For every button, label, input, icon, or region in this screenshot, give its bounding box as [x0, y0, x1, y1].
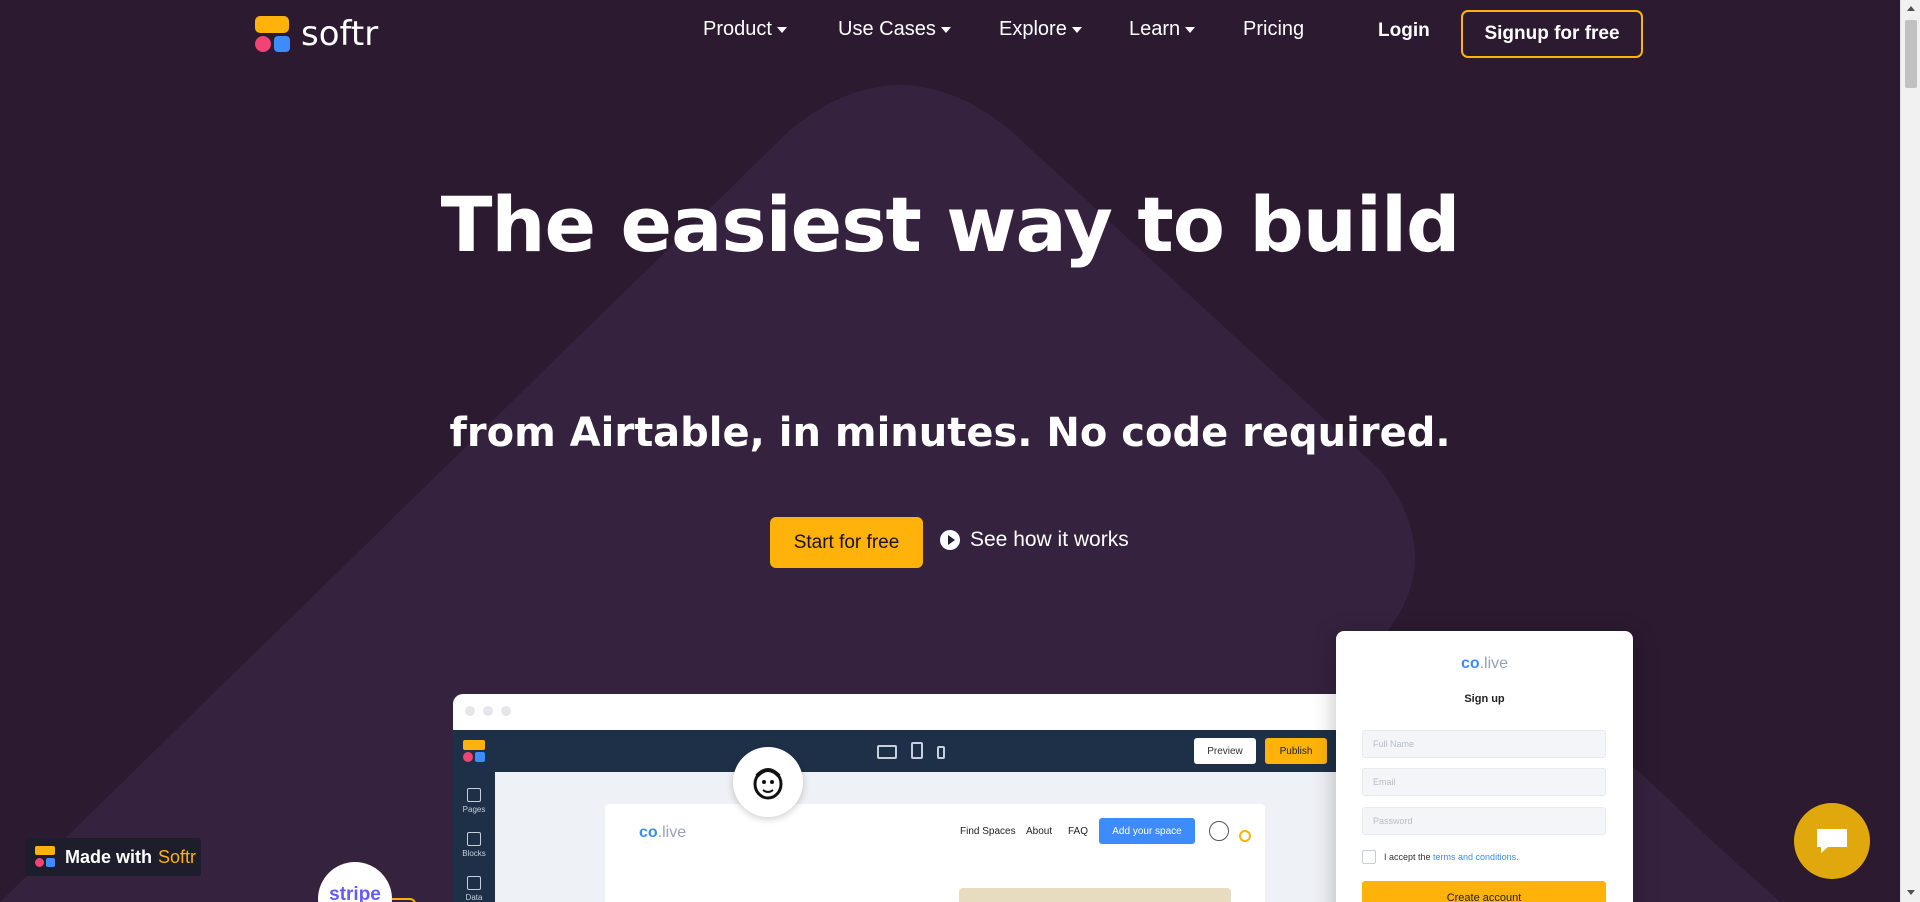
rail-item-data[interactable]: Data [453, 876, 495, 902]
top-navbar: softr Product Use Cases Explore Learn Pr… [0, 0, 1900, 66]
rail-label: Blocks [462, 849, 486, 858]
chat-button[interactable] [1794, 803, 1870, 879]
brand-name: softr [301, 14, 379, 54]
desktop-icon[interactable] [877, 745, 897, 759]
badge-brand: Softr [158, 846, 197, 867]
terms-prefix: I accept the [1384, 852, 1434, 862]
softr-logo-icon [35, 846, 57, 868]
card-logo-suffix: .live [1479, 655, 1509, 672]
connector-line [392, 898, 416, 902]
nav-learn[interactable]: Learn [1129, 18, 1196, 41]
card-logo-prefix: co [1460, 655, 1480, 672]
tablet-icon[interactable] [911, 742, 923, 759]
nav-use-cases[interactable]: Use Cases [838, 18, 951, 41]
login-link[interactable]: Login [1378, 20, 1430, 42]
see-how-label: See how it works [970, 528, 1129, 551]
rail-label: Pages [462, 805, 486, 814]
chat-icon [1817, 829, 1847, 853]
connector-node [1239, 830, 1251, 842]
scroll-thumb[interactable] [1905, 20, 1917, 88]
site-nav-faq[interactable]: FAQ [1068, 826, 1088, 837]
chevron-down-icon [776, 26, 787, 33]
rail-item-pages[interactable]: Pages [453, 788, 495, 814]
see-how-it-works-link[interactable]: See how it works [940, 528, 1129, 552]
user-avatar-icon[interactable] [1209, 821, 1229, 841]
chevron-down-icon [1071, 26, 1082, 33]
stripe-label: stripe [329, 884, 381, 902]
card-logo: co.live [1336, 655, 1633, 673]
rail-item-blocks[interactable]: Blocks [453, 832, 495, 858]
softr-logo-icon [255, 16, 291, 52]
device-switcher [877, 742, 945, 759]
pages-icon [467, 788, 481, 802]
password-field[interactable]: Password [1362, 807, 1606, 835]
site-preview: co.live Find Spaces About FAQ Add your s… [605, 804, 1265, 902]
softr-logo[interactable]: softr [255, 16, 378, 52]
scroll-up-icon[interactable] [1907, 6, 1915, 11]
chevron-down-icon [940, 26, 951, 33]
terms-text: I accept the terms and conditions. [1384, 852, 1519, 862]
signup-card-mockup: co.live Sign up Full Name Email Password… [1336, 631, 1633, 902]
blocks-icon [467, 832, 481, 846]
stripe-logo: stripe [318, 862, 392, 902]
site-logo-suffix: .live [657, 824, 687, 841]
page-scrollbar[interactable] [1900, 0, 1920, 902]
grid-icon [467, 876, 481, 890]
preview-button[interactable]: Preview [1194, 738, 1256, 764]
terms-link[interactable]: terms and conditions. [1433, 852, 1519, 862]
editor-side-rail: Pages Blocks Data [453, 772, 495, 902]
editor-canvas: co.live Find Spaces About FAQ Add your s… [495, 772, 1349, 902]
editor-mockup: Preview Publish Pages Blocks Data co.liv… [453, 694, 1349, 902]
site-logo: co.live [639, 824, 686, 842]
hero-headline: The easiest way to build [440, 180, 1461, 269]
signup-button[interactable]: Signup for free [1461, 10, 1643, 58]
terms-checkbox[interactable] [1362, 850, 1376, 864]
create-account-button[interactable]: Create account [1362, 881, 1606, 902]
hero-subheadline: from Airtable, in minutes. No code requi… [449, 410, 1451, 456]
chevron-down-icon [1185, 26, 1196, 33]
login-label: Login [1378, 20, 1430, 41]
mailchimp-icon [733, 747, 803, 817]
email-field[interactable]: Email [1362, 768, 1606, 796]
nav-use-cases-label: Use Cases [838, 18, 936, 40]
editor-toolbar: Preview Publish [453, 730, 1349, 772]
site-logo-prefix: co [639, 824, 658, 841]
start-for-free-button[interactable]: Start for free [770, 517, 923, 568]
full-name-field[interactable]: Full Name [1362, 730, 1606, 758]
nav-learn-label: Learn [1129, 18, 1181, 40]
softr-logo-icon [463, 740, 485, 762]
badge-prefix: Made with [65, 846, 153, 867]
card-title: Sign up [1464, 693, 1505, 705]
nav-pricing[interactable]: Pricing [1243, 18, 1304, 41]
site-nav-about[interactable]: About [1026, 826, 1052, 837]
nav-product[interactable]: Product [703, 18, 787, 41]
window-dots [465, 706, 511, 716]
rail-label: Data [465, 893, 483, 902]
play-icon [940, 530, 960, 550]
nav-pricing-label: Pricing [1243, 18, 1305, 40]
nav-explore[interactable]: Explore [999, 18, 1082, 41]
made-with-softr-badge[interactable]: Made with Softr [25, 838, 201, 876]
nav-explore-label: Explore [999, 18, 1067, 40]
add-your-space-button[interactable]: Add your space [1099, 818, 1195, 844]
site-nav-find-spaces[interactable]: Find Spaces [960, 826, 1016, 837]
nav-product-label: Product [703, 18, 772, 40]
site-hero-image [959, 888, 1231, 902]
scroll-down-icon[interactable] [1907, 890, 1915, 895]
publish-button[interactable]: Publish [1265, 738, 1327, 764]
mobile-icon[interactable] [937, 746, 945, 759]
